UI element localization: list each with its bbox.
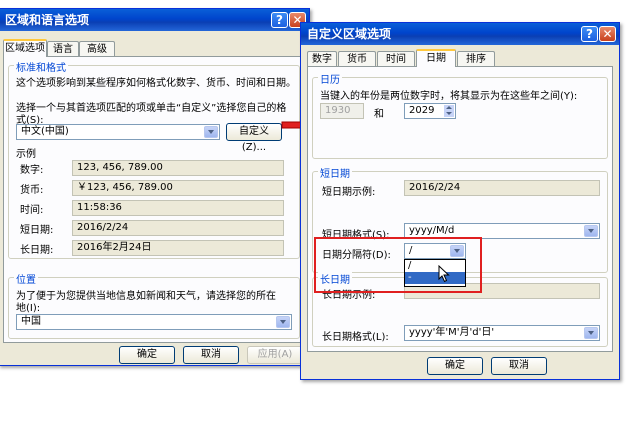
year-to-value: 2029 <box>409 105 435 116</box>
locale-select[interactable]: 中文(中国) <box>16 124 220 140</box>
short-date-format-value: yyyy/M/d <box>409 225 455 236</box>
example-number-value: 123, 456, 789.00 <box>72 160 284 176</box>
year-from-field: 1930 <box>320 103 364 119</box>
example-currency-label: 货币: <box>20 185 44 196</box>
separator-option-slash[interactable]: / <box>405 260 465 272</box>
example-short-date-value: 2016/2/24 <box>72 220 284 236</box>
date-panel: 日历 当键入的年份是两位数字时，将其显示为在这些年之间(Y): 1930 和 2… <box>307 66 613 352</box>
tab-advanced[interactable]: 高级 <box>79 41 115 57</box>
cancel-button[interactable]: 取消 <box>183 346 239 364</box>
close-button[interactable]: ✕ <box>599 26 616 42</box>
chevron-down-icon[interactable] <box>584 225 598 237</box>
help-button[interactable]: ? <box>271 12 288 28</box>
examples-label: 示例 <box>16 149 36 160</box>
short-date-group-title: 短日期 <box>318 165 352 180</box>
date-separator-dropdown-list: / - <box>404 259 466 287</box>
short-date-sample-value: 2016/2/24 <box>404 180 600 196</box>
tab-numbers[interactable]: 数字 <box>307 51 337 67</box>
example-currency-value: ￥123, 456, 789.00 <box>72 180 284 196</box>
chevron-down-icon[interactable] <box>204 126 218 138</box>
location-description-line1: 为了便于为您提供当地信息如新闻和天气，请选择您的所在 <box>16 291 276 302</box>
location-description-line2: 地(I): <box>16 303 41 314</box>
customize-title: 自定义区域选项 <box>307 27 392 41</box>
calendar-group-title: 日历 <box>318 71 342 86</box>
calendar-description: 当键入的年份是两位数字时，将其显示为在这些年之间(Y): <box>320 91 578 102</box>
chevron-down-icon[interactable] <box>276 316 290 328</box>
tab-languages[interactable]: 语言 <box>47 41 79 57</box>
year-to-field[interactable]: 2029 <box>404 103 456 119</box>
regional-options-window: 区域和语言选项 ? ✕ 区域选项 语言 高级 标准和格式 这个选项影响到某些程序… <box>0 8 310 366</box>
location-select[interactable]: 中国 <box>16 314 292 330</box>
ok-button[interactable]: 确定 <box>119 346 175 364</box>
location-select-value: 中国 <box>21 316 41 327</box>
example-long-date-value: 2016年2月24日 <box>72 240 284 256</box>
example-long-date-label: 长日期: <box>20 245 54 256</box>
standards-description: 这个选项影响到某些程序如何格式化数字、货币、时间和日期。 <box>16 78 296 89</box>
example-short-date-label: 短日期: <box>20 225 54 236</box>
regional-options-title: 区域和语言选项 <box>5 13 90 27</box>
help-button[interactable]: ? <box>581 26 598 42</box>
mouse-cursor-icon <box>438 265 450 283</box>
tab-date[interactable]: 日期 <box>416 49 456 67</box>
cancel-button[interactable]: 取消 <box>491 357 547 375</box>
long-date-format-value: yyyy'年'M'月'd'日' <box>409 327 495 338</box>
regional-options-title-bar[interactable]: 区域和语言选项 <box>0 9 309 31</box>
location-group-title: 位置 <box>14 271 38 286</box>
example-time-label: 时间: <box>20 205 44 216</box>
example-number-label: 数字: <box>20 165 44 176</box>
long-date-format-select[interactable]: yyyy'年'M'月'd'日' <box>404 325 600 341</box>
spinner-icon[interactable] <box>444 105 454 117</box>
tab-sorting[interactable]: 排序 <box>457 51 495 67</box>
chevron-down-icon[interactable] <box>584 327 598 339</box>
customize-title-bar[interactable]: 自定义区域选项 <box>301 23 619 45</box>
tab-time[interactable]: 时间 <box>377 51 415 67</box>
locale-select-value: 中文(中国) <box>21 126 69 137</box>
customize-regional-options-window: 自定义区域选项 ? ✕ 数字 货币 时间 日期 排序 日历 当键入的年份是两位数… <box>300 22 620 380</box>
and-label: 和 <box>374 109 384 120</box>
tab-regional-options[interactable]: 区域选项 <box>3 39 47 57</box>
apply-button[interactable]: 应用(A) <box>247 346 303 364</box>
ok-button[interactable]: 确定 <box>427 357 483 375</box>
long-date-format-label: 长日期格式(L): <box>322 332 389 343</box>
regional-options-panel: 标准和格式 这个选项影响到某些程序如何格式化数字、货币、时间和日期。 选择一个与… <box>3 56 305 343</box>
customize-button[interactable]: 自定义(Z)... <box>226 123 282 153</box>
separator-option-dash[interactable]: - <box>405 272 465 284</box>
standards-group-title: 标准和格式 <box>14 59 68 74</box>
short-date-sample-label: 短日期示例: <box>322 187 376 198</box>
standards-instruction-line1: 选择一个与其首选项匹配的项或单击“自定义”选择您自己的格 <box>16 103 287 114</box>
example-time-value: 11:58:36 <box>72 200 284 216</box>
tab-currency[interactable]: 货币 <box>338 51 376 67</box>
